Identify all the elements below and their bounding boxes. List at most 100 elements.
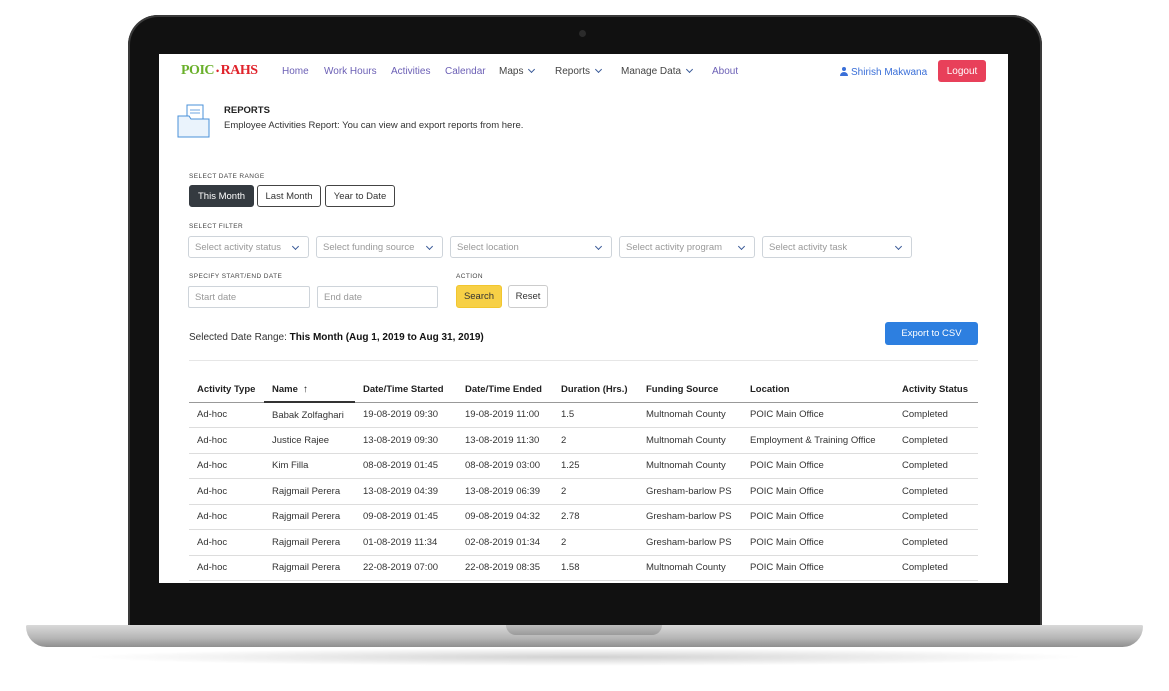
activity-type-cell: Ad-hoc (189, 504, 264, 530)
col-activity-type[interactable]: Activity Type (189, 377, 264, 403)
user-menu[interactable]: Shirish Makwana (840, 66, 927, 78)
col-duration[interactable]: Duration (Hrs.) (553, 377, 638, 403)
top-nav: POIC • RAHS Home Work Hours Activities Cal… (159, 54, 1008, 90)
status-cell: Completed (894, 453, 978, 479)
nav-activities[interactable]: Activities (391, 66, 430, 77)
chevron-down-icon (894, 242, 903, 251)
date-ended-cell: 09-08-2019 04:32 (457, 504, 553, 530)
table-row[interactable]: Ad-hoc Rajgmail Perera 01-08-2019 11:34 02-… (189, 529, 978, 556)
activity-status-placeholder: Select activity status (195, 242, 282, 253)
camera (579, 30, 586, 37)
table-row[interactable]: Ad-hoc Babak Zolfaghari 19-08-2019 09:30 19… (189, 402, 978, 428)
folder-icon (177, 104, 210, 138)
activities-table: Activity Type Name ↑ Date/Time Started Da… (189, 377, 978, 581)
date-ended-cell: 13-08-2019 06:39 (457, 478, 553, 505)
year-to-date-button[interactable]: Year to Date (325, 185, 395, 207)
export-csv-button[interactable]: Export to CSV (885, 322, 978, 345)
funding-source-select[interactable]: Select funding source (316, 236, 443, 258)
chevron-down-icon (594, 65, 603, 74)
activity-type-cell: Ad-hoc (189, 529, 264, 556)
location-cell: POIC Main Office (742, 504, 894, 530)
chevron-down-icon (528, 65, 536, 74)
status-cell: Completed (894, 529, 978, 556)
location-cell: POIC Main Office (742, 555, 894, 581)
table-header-row: Activity Type Name ↑ Date/Time Started Da… (189, 377, 978, 403)
chevron-down-icon (425, 242, 434, 251)
name-cell: Rajgmail Perera (264, 555, 355, 581)
date-range-label: SELECT DATE RANGE (189, 173, 265, 180)
col-date-started[interactable]: Date/Time Started (355, 377, 457, 403)
status-cell: Completed (894, 427, 978, 454)
nav-reports-label: Reports (555, 66, 591, 77)
col-date-ended[interactable]: Date/Time Ended (457, 377, 553, 403)
chevron-down-icon (594, 242, 603, 251)
col-funding-source[interactable]: Funding Source (638, 377, 742, 403)
logout-button[interactable]: Logout (938, 60, 986, 82)
table-row[interactable]: Ad-hoc Rajgmail Perera 09-08-2019 01:45 09-… (189, 504, 978, 530)
name-cell: Justice Rajee (264, 427, 355, 454)
location-cell: POIC Main Office (742, 402, 894, 428)
activity-type-cell: Ad-hoc (189, 453, 264, 479)
sort-arrow-icon: ↑ (302, 383, 308, 395)
location-cell: Employment & Training Office (742, 427, 894, 454)
dates-label: SPECIFY START/END DATE (189, 273, 283, 280)
activity-task-select[interactable]: Select activity task (762, 236, 912, 258)
col-location[interactable]: Location (742, 377, 894, 403)
nav-about[interactable]: About (712, 66, 738, 77)
location-cell: POIC Main Office (742, 453, 894, 479)
duration-cell: 2.78 (553, 504, 638, 530)
table-row[interactable]: Ad-hoc Kim Filla 08-08-2019 01:45 08-08-201… (189, 453, 978, 479)
funding-source-cell: Multnomah County (638, 402, 742, 428)
duration-cell: 1.58 (553, 555, 638, 581)
logo-rahs: RAHS (220, 63, 258, 78)
table-row[interactable]: Ad-hoc Rajgmail Perera 22-08-2019 07:00 22-… (189, 555, 978, 581)
reset-button[interactable]: Reset (508, 285, 548, 308)
funding-source-cell: Multnomah County (638, 453, 742, 479)
selected-date-range: Selected Date Range: This Month (Aug 1, … (189, 332, 484, 343)
chevron-down-icon (291, 242, 300, 251)
nav-home[interactable]: Home (282, 66, 309, 77)
col-activity-status[interactable]: Activity Status (894, 377, 978, 403)
user-name: Shirish Makwana (851, 67, 928, 78)
date-started-cell: 08-08-2019 01:45 (355, 453, 457, 479)
nav-manage-data[interactable]: Manage Data (621, 65, 694, 77)
activity-status-select[interactable]: Select activity status (188, 236, 309, 258)
end-date-input[interactable]: End date (317, 286, 438, 308)
col-name[interactable]: Name ↑ (264, 377, 355, 403)
table-row[interactable]: Ad-hoc Justice Rajee 13-08-2019 09:30 13-08… (189, 427, 978, 454)
logo[interactable]: POIC • RAHS (181, 63, 258, 79)
this-month-button[interactable]: This Month (189, 185, 254, 207)
date-ended-cell: 22-08-2019 08:35 (457, 555, 553, 581)
funding-source-cell: Gresham-barlow PS (638, 504, 742, 530)
start-date-input[interactable]: Start date (188, 286, 310, 308)
table-row[interactable]: Ad-hoc Rajgmail Perera 13-08-2019 04:39 13-… (189, 478, 978, 505)
duration-cell: 2 (553, 427, 638, 454)
nav-reports[interactable]: Reports (555, 65, 603, 77)
activity-program-select[interactable]: Select activity program (619, 236, 755, 258)
nav-calendar[interactable]: Calendar (445, 66, 486, 77)
last-month-button[interactable]: Last Month (257, 185, 321, 207)
nav-maps[interactable]: Maps (499, 65, 536, 77)
search-button[interactable]: Search (456, 285, 502, 308)
activity-task-placeholder: Select activity task (769, 242, 848, 253)
logo-poic: POIC (181, 63, 215, 78)
date-started-cell: 13-08-2019 04:39 (355, 478, 457, 505)
location-select[interactable]: Select location (450, 236, 612, 258)
location-placeholder: Select location (457, 242, 519, 253)
date-ended-cell: 13-08-2019 11:30 (457, 427, 553, 454)
location-cell: POIC Main Office (742, 478, 894, 505)
funding-source-cell: Gresham-barlow PS (638, 529, 742, 556)
page-title: REPORTS (224, 105, 270, 116)
date-ended-cell: 08-08-2019 03:00 (457, 453, 553, 479)
page-subtitle: Employee Activities Report: You can view… (224, 120, 524, 131)
chevron-down-icon (686, 65, 694, 74)
name-cell: Kim Filla (264, 453, 355, 479)
nav-work-hours[interactable]: Work Hours (324, 66, 377, 77)
selected-range-value: This Month (Aug 1, 2019 to Aug 31, 2019) (289, 332, 484, 343)
status-cell: Completed (894, 555, 978, 581)
activity-type-cell: Ad-hoc (189, 427, 264, 454)
date-ended-cell: 19-08-2019 11:00 (457, 402, 553, 428)
nav-manage-data-label: Manage Data (621, 66, 682, 77)
laptop-shadow (80, 648, 1090, 666)
funding-source-cell: Gresham-barlow PS (638, 478, 742, 505)
